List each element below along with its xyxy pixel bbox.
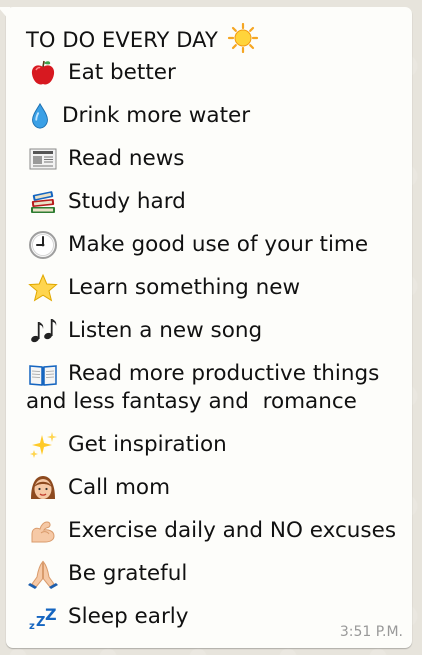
list-item: Study hard bbox=[26, 188, 402, 216]
praying-hands-icon bbox=[26, 560, 60, 589]
todo-list: Eat better Drink more water Read news St… bbox=[26, 59, 402, 632]
message-title: TO DO EVERY DAY bbox=[26, 21, 402, 59]
item-text: Eat better bbox=[68, 60, 176, 85]
item-text: Get inspiration bbox=[68, 432, 227, 457]
flexed-biceps-icon bbox=[26, 517, 60, 545]
sleeping-zzz-icon: z Z Z bbox=[26, 603, 60, 632]
message-timestamp: 3:51 P.M. bbox=[339, 624, 403, 640]
bubble-tail bbox=[0, 7, 10, 21]
books-icon bbox=[26, 188, 60, 216]
item-text: Listen a new song bbox=[68, 318, 263, 343]
svg-text:z: z bbox=[29, 621, 35, 632]
item-text: Read more productive things and less fan… bbox=[26, 361, 387, 414]
sparkles-icon bbox=[26, 431, 60, 459]
svg-text:Z: Z bbox=[45, 605, 57, 624]
list-item: Read more productive things and less fan… bbox=[26, 360, 402, 416]
sun-icon bbox=[226, 22, 260, 58]
list-item: Call mom bbox=[26, 474, 402, 502]
item-text: Drink more water bbox=[62, 103, 251, 128]
item-text: Read news bbox=[68, 146, 185, 171]
list-item: Drink more water bbox=[26, 102, 402, 130]
item-text: Exercise daily and NO excuses bbox=[68, 518, 397, 543]
title-text: TO DO EVERY DAY bbox=[26, 28, 218, 52]
newspaper-icon bbox=[26, 145, 60, 173]
star-icon bbox=[26, 273, 60, 302]
list-item: Eat better bbox=[26, 59, 402, 87]
item-text: Make good use of your time bbox=[68, 232, 369, 257]
item-text: Be grateful bbox=[68, 561, 188, 586]
list-item: Listen a new song bbox=[26, 317, 402, 345]
list-item: Be grateful bbox=[26, 560, 402, 589]
list-item: Read news bbox=[26, 145, 402, 173]
woman-icon bbox=[26, 474, 60, 502]
list-item: Learn something new bbox=[26, 273, 402, 302]
message-bubble[interactable]: TO DO EVERY DAY Eat better Drink more wa… bbox=[0, 7, 412, 648]
item-text: Call mom bbox=[68, 475, 171, 500]
water-drop-icon bbox=[26, 102, 54, 130]
list-item: Get inspiration bbox=[26, 431, 402, 459]
item-text: Learn something new bbox=[68, 275, 301, 300]
clock-icon bbox=[26, 231, 60, 259]
list-item: Make good use of your time bbox=[26, 231, 402, 259]
apple-icon bbox=[26, 59, 60, 87]
list-item: Exercise daily and NO excuses bbox=[26, 517, 402, 545]
music-notes-icon bbox=[26, 317, 60, 345]
open-book-icon bbox=[26, 360, 60, 388]
item-text: Study hard bbox=[68, 189, 186, 214]
item-text: Sleep early bbox=[68, 604, 189, 629]
